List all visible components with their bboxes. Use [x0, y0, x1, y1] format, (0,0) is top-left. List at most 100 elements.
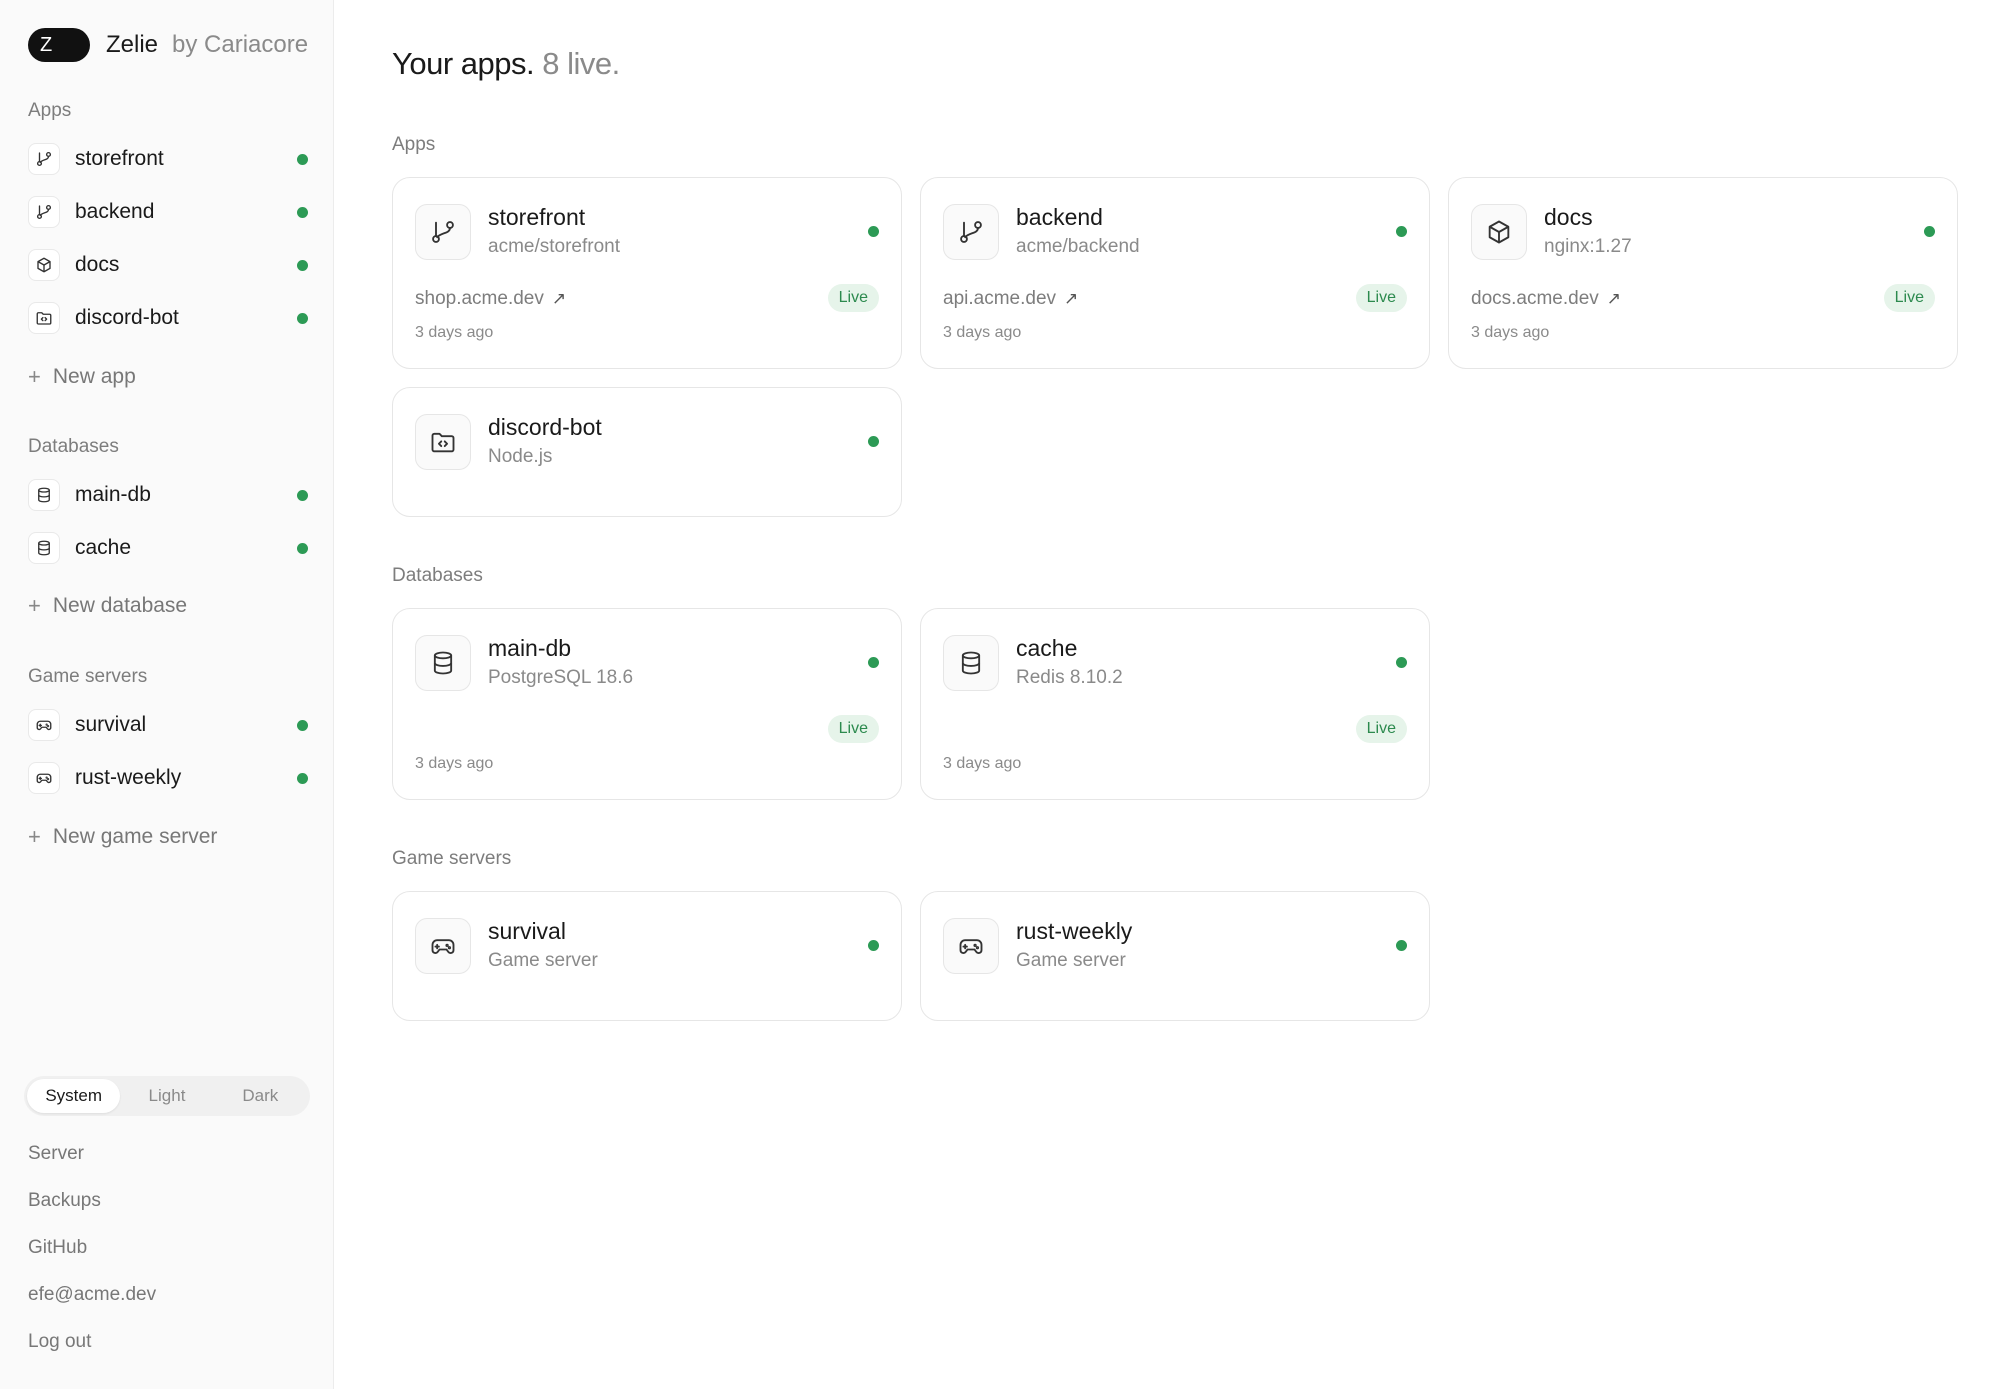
- game-card-rust-weekly[interactable]: rust-weekly Game server: [920, 891, 1430, 1021]
- page-title: Your apps. 8 live.: [392, 46, 620, 82]
- card-title: backend: [1016, 204, 1103, 230]
- box-icon: [1471, 204, 1527, 260]
- card-url-text: docs.acme.dev: [1471, 288, 1599, 309]
- card-title: cache: [1016, 635, 1078, 661]
- new-app-button[interactable]: + New app: [28, 364, 136, 390]
- sidebar-item-label: survival: [75, 713, 147, 736]
- database-icon: [943, 635, 999, 691]
- brand-by: by Cariacore: [172, 31, 309, 58]
- status-dot: [868, 226, 879, 237]
- sidebar-item-label: storefront: [75, 147, 164, 170]
- card-timestamp: 3 days ago: [943, 755, 1022, 772]
- sidebar-item-discord-bot[interactable]: discord-bot: [28, 300, 308, 336]
- sidebar-databases-heading: Databases: [28, 436, 119, 457]
- sidebar-games-heading: Game servers: [28, 666, 148, 687]
- status-badge: Live: [1355, 715, 1407, 743]
- gamepad-icon: [943, 918, 999, 974]
- new-game-server-button[interactable]: + New game server: [28, 824, 217, 850]
- card-url-text: api.acme.dev: [943, 288, 1057, 309]
- app-card-discord-bot[interactable]: discord-bot Node.js: [392, 387, 902, 517]
- app-card-docs[interactable]: docs nginx:1.27 docs.acme.dev ↗ Live 3 d…: [1448, 177, 1958, 369]
- database-card-main-db[interactable]: main-db PostgreSQL 18.6 Live 3 days ago: [392, 608, 902, 800]
- status-dot: [297, 542, 308, 554]
- sidebar-item-label: main-db: [75, 483, 151, 506]
- status-dot: [1396, 226, 1407, 237]
- page-title-main: Your apps.: [392, 46, 535, 81]
- card-url-link[interactable]: api.acme.dev ↗: [943, 288, 1078, 310]
- footer-link-logout[interactable]: Log out: [28, 1331, 91, 1353]
- status-badge: Live: [1883, 284, 1935, 312]
- theme-option-dark[interactable]: Dark: [214, 1079, 307, 1113]
- card-timestamp: 3 days ago: [415, 755, 494, 772]
- external-link-icon: ↗: [1064, 289, 1079, 308]
- sidebar-item-rust-weekly[interactable]: rust-weekly: [28, 760, 308, 796]
- game-card-survival[interactable]: survival Game server: [392, 891, 902, 1021]
- external-link-icon: ↗: [1606, 289, 1622, 308]
- status-dot: [297, 489, 308, 501]
- card-subtitle: acme/storefront: [488, 236, 620, 257]
- sidebar-item-storefront[interactable]: storefront: [28, 141, 308, 177]
- box-icon: [28, 249, 60, 281]
- sidebar-item-backend[interactable]: backend: [28, 194, 308, 230]
- gamepad-icon: [28, 762, 60, 794]
- card-url-link[interactable]: shop.acme.dev ↗: [415, 288, 566, 310]
- card-subtitle: Game server: [1016, 950, 1126, 971]
- app-card-storefront[interactable]: storefront acme/storefront shop.acme.dev…: [392, 177, 902, 369]
- footer-link-github[interactable]: GitHub: [28, 1237, 87, 1259]
- status-dot: [297, 206, 308, 218]
- git-branch-icon: [415, 204, 471, 260]
- external-link-icon: ↗: [551, 289, 567, 308]
- card-subtitle: acme/backend: [1016, 236, 1140, 257]
- sidebar-item-main-db[interactable]: main-db: [28, 477, 308, 513]
- section-heading-game-servers: Game servers: [392, 848, 512, 869]
- status-badge: Live: [827, 284, 879, 312]
- card-timestamp: 3 days ago: [943, 324, 1022, 341]
- section-heading-apps: Apps: [392, 134, 436, 155]
- sidebar-item-docs[interactable]: docs: [28, 247, 308, 283]
- git-branch-icon: [943, 204, 999, 260]
- status-dot: [297, 259, 308, 271]
- card-timestamp: 3 days ago: [1471, 324, 1550, 341]
- card-title: storefront: [488, 204, 586, 230]
- card-subtitle: Node.js: [488, 446, 553, 467]
- card-timestamp: 3 days ago: [415, 324, 494, 341]
- database-card-cache[interactable]: cache Redis 8.10.2 Live 3 days ago: [920, 608, 1430, 800]
- sidebar-item-survival[interactable]: survival: [28, 707, 308, 743]
- status-dot: [868, 657, 879, 668]
- section-heading-databases: Databases: [392, 565, 483, 586]
- theme-option-system[interactable]: System: [27, 1079, 121, 1113]
- folder-code-icon: [28, 302, 60, 334]
- new-app-label: New app: [52, 365, 136, 388]
- sidebar-apps-heading: Apps: [28, 100, 72, 121]
- database-icon: [28, 532, 60, 564]
- sidebar-item-label: discord-bot: [75, 306, 179, 329]
- status-dot: [1396, 940, 1407, 951]
- app-card-backend[interactable]: backend acme/backend api.acme.dev ↗ Live…: [920, 177, 1430, 369]
- plus-icon: +: [28, 824, 41, 849]
- card-url-link[interactable]: docs.acme.dev ↗: [1471, 288, 1621, 310]
- new-database-button[interactable]: + New database: [28, 593, 187, 619]
- brand-name: Zelie: [106, 31, 159, 58]
- new-database-label: New database: [52, 594, 188, 617]
- gamepad-icon: [28, 709, 60, 741]
- brand[interactable]: Z Zelie by Cariacore: [28, 28, 308, 62]
- status-dot: [1924, 226, 1935, 237]
- card-title: rust-weekly: [1016, 918, 1133, 944]
- footer-link-server[interactable]: Server: [28, 1143, 84, 1165]
- sidebar-item-label: rust-weekly: [75, 766, 182, 789]
- status-badge: Live: [827, 715, 879, 743]
- footer-link-account[interactable]: efe@acme.dev: [28, 1284, 156, 1306]
- card-title: survival: [488, 918, 566, 944]
- theme-option-light[interactable]: Light: [120, 1079, 213, 1113]
- sidebar-item-cache[interactable]: cache: [28, 530, 308, 566]
- card-title: docs: [1544, 204, 1593, 230]
- status-dot: [297, 772, 308, 784]
- git-branch-icon: [28, 196, 60, 228]
- status-dot: [297, 312, 308, 324]
- status-dot: [297, 153, 308, 165]
- sidebar-item-label: backend: [75, 200, 155, 223]
- gamepad-icon: [415, 918, 471, 974]
- database-icon: [28, 479, 60, 511]
- footer-link-backups[interactable]: Backups: [28, 1190, 101, 1212]
- card-subtitle: Redis 8.10.2: [1016, 667, 1123, 688]
